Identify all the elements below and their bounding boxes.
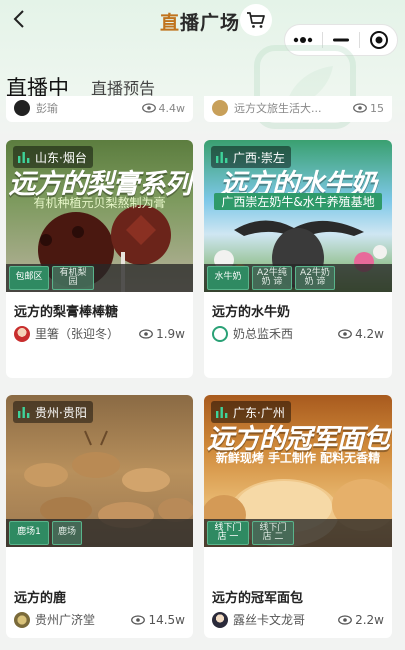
cover-subline: 新鲜现烤 手工制作 配料无香精 <box>215 451 381 465</box>
author-name: 露丝卡文龙哥 <box>233 613 306 627</box>
card-meta: 奶总监禾西 4.2w <box>212 325 384 342</box>
author-name: 远方文旅生活大... <box>234 102 322 115</box>
close-circle-icon <box>369 31 388 49</box>
author-name: 彭瑜 <box>36 102 58 115</box>
close-button[interactable] <box>360 25 397 55</box>
live-card-partial[interactable]: 彭瑜 4.4w <box>6 96 193 122</box>
cover-image: 山东·烟台 远方的梨膏系列 有机种植元贝梨熬制为膏 包邮区 有机梨园 <box>6 140 193 292</box>
view-count: 1.9w <box>156 326 185 341</box>
view-count-group: 14.5w <box>131 613 185 627</box>
product-tag[interactable]: 线下门店 二 <box>252 521 294 545</box>
cover-subline: 有机种植元贝梨熬制为膏 <box>33 196 166 210</box>
avatar <box>14 611 30 628</box>
eye-icon <box>338 614 352 625</box>
tag-row: 鹿场1 鹿场 <box>6 519 193 547</box>
product-tag[interactable]: A2牛纯奶 谛 <box>252 266 292 290</box>
product-tag[interactable]: 鹿场 <box>52 521 82 545</box>
product-tag[interactable]: 鹿场1 <box>9 521 49 545</box>
page-title: 直播广场 <box>160 12 241 34</box>
live-bars-icon <box>18 407 30 418</box>
view-count: 4.2w <box>355 326 384 341</box>
view-count-group: 2.2w <box>338 613 384 627</box>
view-count: 15 <box>370 101 384 115</box>
card-meta: 远方文旅生活大... 15 <box>212 100 384 116</box>
product-tag[interactable]: 有机梨园 <box>52 266 94 290</box>
view-count: 14.5w <box>148 612 185 627</box>
avatar <box>212 325 228 342</box>
cover-image: 广东·广州 远方的冠军面包 新鲜现烤 手工制作 配料无香精 线下门店 一 线下门… <box>204 395 392 547</box>
author-name: 里箸（张迎冬） <box>35 327 120 341</box>
author-name: 贵州广济堂 <box>35 613 96 627</box>
cover-subline: 广西崇左奶牛&水牛养殖基地 <box>214 193 382 210</box>
author-name: 奶总监禾西 <box>233 327 294 341</box>
tag-row: 线下门店 一 线下门店 二 <box>204 519 392 547</box>
cover-image: 贵州·贵阳 鹿场1 鹿场 <box>6 395 193 547</box>
card-meta: 贵州广济堂 14.5w <box>14 611 185 628</box>
live-card[interactable]: 广东·广州 远方的冠军面包 新鲜现烤 手工制作 配料无香精 线下门店 一 线下门… <box>204 395 392 638</box>
view-count: 4.4w <box>158 101 186 115</box>
view-count: 2.2w <box>355 612 384 627</box>
live-card[interactable]: 贵州·贵阳 鹿场1 鹿场 远方的鹿 贵州广济堂 14.5w <box>6 395 193 638</box>
eye-icon <box>338 328 352 339</box>
avatar <box>14 100 30 116</box>
tag-row: 包邮区 有机梨园 <box>6 264 193 292</box>
view-count-group: 4.2w <box>338 327 384 341</box>
card-meta: 露丝卡文龙哥 2.2w <box>212 611 384 628</box>
eye-icon <box>353 103 367 113</box>
live-card-partial[interactable]: 远方文旅生活大... 15 <box>204 96 392 122</box>
cover-image: 广西·崇左 远方的水牛奶 广西崇左奶牛&水牛养殖基地 水牛奶 A2牛纯奶 谛 A… <box>204 140 392 292</box>
card-meta: 彭瑜 4.4w <box>14 100 185 116</box>
chevron-left-icon <box>13 10 24 28</box>
shopping-cart-icon <box>247 12 265 28</box>
card-title: 远方的水牛奶 <box>212 305 291 320</box>
product-tag[interactable]: 线下门店 一 <box>207 521 249 545</box>
avatar <box>14 325 30 342</box>
avatar <box>212 611 228 628</box>
live-card[interactable]: 山东·烟台 远方的梨膏系列 有机种植元贝梨熬制为膏 包邮区 有机梨园 远方的梨膏… <box>6 140 193 378</box>
card-meta: 里箸（张迎冬） 1.9w <box>14 325 185 342</box>
product-tag[interactable]: 包邮区 <box>9 266 49 290</box>
eye-icon <box>131 614 146 625</box>
live-card[interactable]: 广西·崇左 远方的水牛奶 广西崇左奶牛&水牛养殖基地 水牛奶 A2牛纯奶 谛 A… <box>204 140 392 378</box>
tag-row: 水牛奶 A2牛纯奶 谛 A2牛奶奶 谛 <box>204 264 392 292</box>
location-badge: 贵州·贵阳 <box>13 401 93 423</box>
view-count-group: 1.9w <box>139 327 185 341</box>
card-title: 远方的梨膏棒棒糖 <box>14 305 119 320</box>
back-button[interactable] <box>8 7 30 31</box>
eye-icon <box>141 103 156 113</box>
card-title: 远方的冠军面包 <box>212 591 304 606</box>
eye-icon <box>139 328 153 339</box>
avatar <box>212 100 228 116</box>
cart-button[interactable] <box>240 4 272 36</box>
product-tag[interactable]: A2牛奶奶 谛 <box>295 266 335 290</box>
product-tag[interactable]: 水牛奶 <box>207 266 249 290</box>
card-title: 远方的鹿 <box>14 591 67 606</box>
